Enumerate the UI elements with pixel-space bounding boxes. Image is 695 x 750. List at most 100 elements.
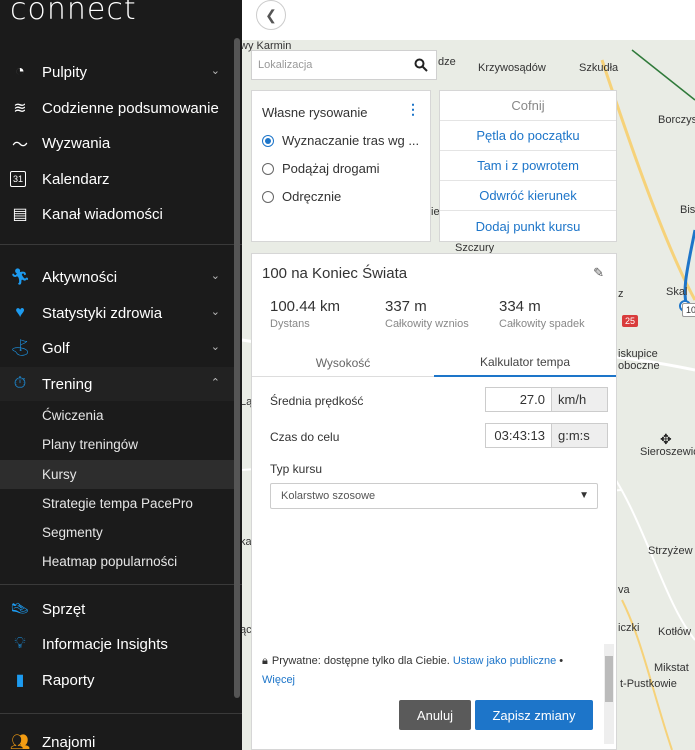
- time-to-finish-input[interactable]: 03:43:13: [486, 424, 552, 447]
- radio-button[interactable]: [262, 162, 274, 175]
- route-actions-panel: Cofnij Pętla do początku Tam i z powrote…: [439, 90, 617, 242]
- time-to-finish-field: 03:43:13 g:m:s: [485, 423, 608, 448]
- map-label: va: [618, 584, 630, 596]
- map-label: Strzyżew: [648, 545, 693, 557]
- reverse-direction-button[interactable]: Odwróć kierunek: [440, 181, 616, 211]
- map-label: iczki: [618, 622, 640, 634]
- sidebar-divider: [0, 244, 242, 245]
- move-cursor-icon: ✥: [660, 431, 672, 447]
- sidebar-subitem-pacepro[interactable]: Strategie tempa PacePro: [0, 489, 234, 518]
- card-scrollbar[interactable]: [604, 644, 614, 744]
- sidebar-item-label: Golf: [42, 339, 70, 357]
- sidebar-item-training[interactable]: ⏱︎ Trening ⌃: [0, 367, 234, 401]
- map-label: t-Pustkowie: [620, 678, 677, 690]
- tab-elevation[interactable]: Wysokość: [252, 349, 434, 377]
- radio-follow-roads[interactable]: Podążaj drogami: [262, 161, 420, 176]
- sidebar-item-label: Raporty: [42, 671, 95, 689]
- sidebar-item-reports[interactable]: ▮ Raporty: [0, 663, 234, 697]
- course-type-select[interactable]: Kolarstwo szosowe ▼: [270, 483, 598, 509]
- sidebar-item-activities[interactable]: 🏃︎ Aktywności ⌄: [0, 260, 234, 294]
- garmin-connect-logo[interactable]: connect: [10, 0, 137, 27]
- link-separator: •: [559, 655, 564, 667]
- sidebar-item-label: Wyzwania: [42, 134, 111, 152]
- sidebar-subitem-heatmap[interactable]: Heatmap popularności: [0, 547, 234, 576]
- sidebar-item-label: Aktywności: [42, 268, 118, 286]
- scrollbar-thumb[interactable]: [605, 656, 613, 702]
- sidebar-item-challenges[interactable]: 〜 Wyzwania: [0, 126, 234, 160]
- sidebar-item-label: Statystyki zdrowia: [42, 304, 163, 322]
- back-button[interactable]: ❮: [256, 0, 286, 30]
- sidebar-item-health-stats[interactable]: ♥ Statystyki zdrowia ⌄: [0, 296, 234, 330]
- golfer-icon: ⛳︎: [9, 340, 31, 357]
- sidebar-item-label: Informacje Insights: [42, 635, 168, 653]
- sidebar: connect ◔ Pulpity ⌄ ≋ Codzienne podsumow…: [0, 0, 242, 750]
- radio-freehand[interactable]: Odręcznie: [262, 189, 420, 204]
- sidebar-scrollbar[interactable]: [234, 38, 240, 698]
- sidebar-item-daily-summary[interactable]: ≋ Codzienne podsumowanie: [0, 91, 234, 125]
- radio-button[interactable]: [262, 190, 274, 203]
- add-course-point-button[interactable]: Dodaj punkt kursu: [440, 211, 616, 241]
- sidebar-item-label: Kalendarz: [42, 170, 110, 188]
- sidebar-item-news-feed[interactable]: ▤ Kanał wiadomości: [0, 197, 234, 231]
- map-label: Bis: [680, 204, 695, 216]
- chevron-down-icon: ⌄: [210, 341, 220, 353]
- search-icon[interactable]: [414, 58, 428, 72]
- cancel-button[interactable]: Anuluj: [399, 700, 471, 730]
- edit-pencil-icon[interactable]: ✎: [593, 265, 604, 281]
- map-label: dze: [438, 56, 456, 68]
- radio-routing[interactable]: Wyznaczanie tras wg ...: [262, 133, 420, 148]
- undo-button[interactable]: Cofnij: [440, 91, 616, 121]
- sidebar-subitem-courses[interactable]: Kursy: [0, 460, 234, 489]
- road-number-badge: 25: [622, 315, 639, 327]
- ascent-label: Całkowity wznios: [385, 318, 469, 330]
- map-label: Borczys: [658, 114, 695, 126]
- loop-to-start-button[interactable]: Pętla do początku: [440, 121, 616, 151]
- location-search: [251, 50, 437, 80]
- lock-icon: 🔒︎: [262, 655, 268, 667]
- more-link[interactable]: Więcej: [262, 674, 295, 686]
- sidebar-item-friends[interactable]: 👥︎ Znajomi: [0, 725, 234, 750]
- chevron-down-icon: ⌄: [210, 306, 220, 318]
- more-options-icon[interactable]: ⋮: [406, 101, 420, 118]
- sidebar-subitem-training-plans[interactable]: Plany treningów: [0, 430, 234, 459]
- chevron-left-icon: ❮: [265, 6, 277, 23]
- lightbulb-icon: 💡︎: [14, 635, 26, 652]
- radio-label: Odręcznie: [282, 189, 342, 204]
- distance-value: 100.44 km: [270, 298, 341, 315]
- chevron-down-icon: ⌄: [210, 65, 220, 77]
- sidebar-item-calendar[interactable]: 31 Kalendarz: [0, 162, 234, 196]
- out-and-back-button[interactable]: Tam i z powrotem: [440, 151, 616, 181]
- map-label: iskupice: [618, 348, 658, 360]
- course-details-card: 100 na Koniec Świata ✎ 100.44 km Dystans…: [251, 253, 617, 750]
- save-changes-button[interactable]: Zapisz zmiany: [475, 700, 593, 730]
- map-label: Mikstat: [654, 662, 689, 674]
- drawing-mode-panel: Własne rysowanie ⋮ Wyznaczanie tras wg .…: [251, 90, 431, 242]
- sidebar-subitem-segments[interactable]: Segmenty: [0, 518, 234, 547]
- distance-label: Dystans: [270, 318, 310, 330]
- radio-button-checked[interactable]: [262, 134, 274, 147]
- heart-icon: ♥: [15, 304, 25, 321]
- sidebar-item-insights[interactable]: 💡︎ Informacje Insights: [0, 627, 234, 661]
- make-public-link[interactable]: Ustaw jako publiczne: [453, 655, 556, 667]
- sidebar-item-golf[interactable]: ⛳︎ Golf ⌄: [0, 331, 234, 365]
- news-icon: ▤: [12, 206, 28, 223]
- sidebar-item-dashboards[interactable]: ◔ Pulpity ⌄: [0, 55, 234, 89]
- course-type-value: Kolarstwo szosowe: [281, 490, 376, 502]
- radio-label: Wyznaczanie tras wg ...: [282, 133, 420, 148]
- map-label: Krzywosądów: [478, 62, 546, 74]
- sidebar-item-gear[interactable]: 👟︎ Sprzęt: [0, 592, 234, 626]
- course-type-label: Typ kursu: [270, 462, 323, 476]
- tab-pace-calculator[interactable]: Kalkulator tempa: [434, 349, 616, 377]
- bar-chart-icon: ▮: [15, 672, 25, 689]
- drawing-mode-title: Własne rysowanie: [262, 105, 368, 120]
- descent-value: 334 m: [499, 298, 541, 315]
- dashboard-icon: ◔: [15, 63, 25, 80]
- avg-speed-unit: km/h: [552, 388, 607, 411]
- avg-speed-input[interactable]: 27.0: [486, 388, 552, 411]
- stat-ascent: 337 m Całkowity wznios: [385, 298, 469, 330]
- sidebar-subitem-workouts[interactable]: Ćwiczenia: [0, 401, 234, 430]
- chevron-up-icon: ⌃: [210, 377, 220, 389]
- search-input[interactable]: [252, 59, 402, 71]
- ascent-value: 337 m: [385, 298, 427, 315]
- sidebar-divider: [0, 584, 242, 585]
